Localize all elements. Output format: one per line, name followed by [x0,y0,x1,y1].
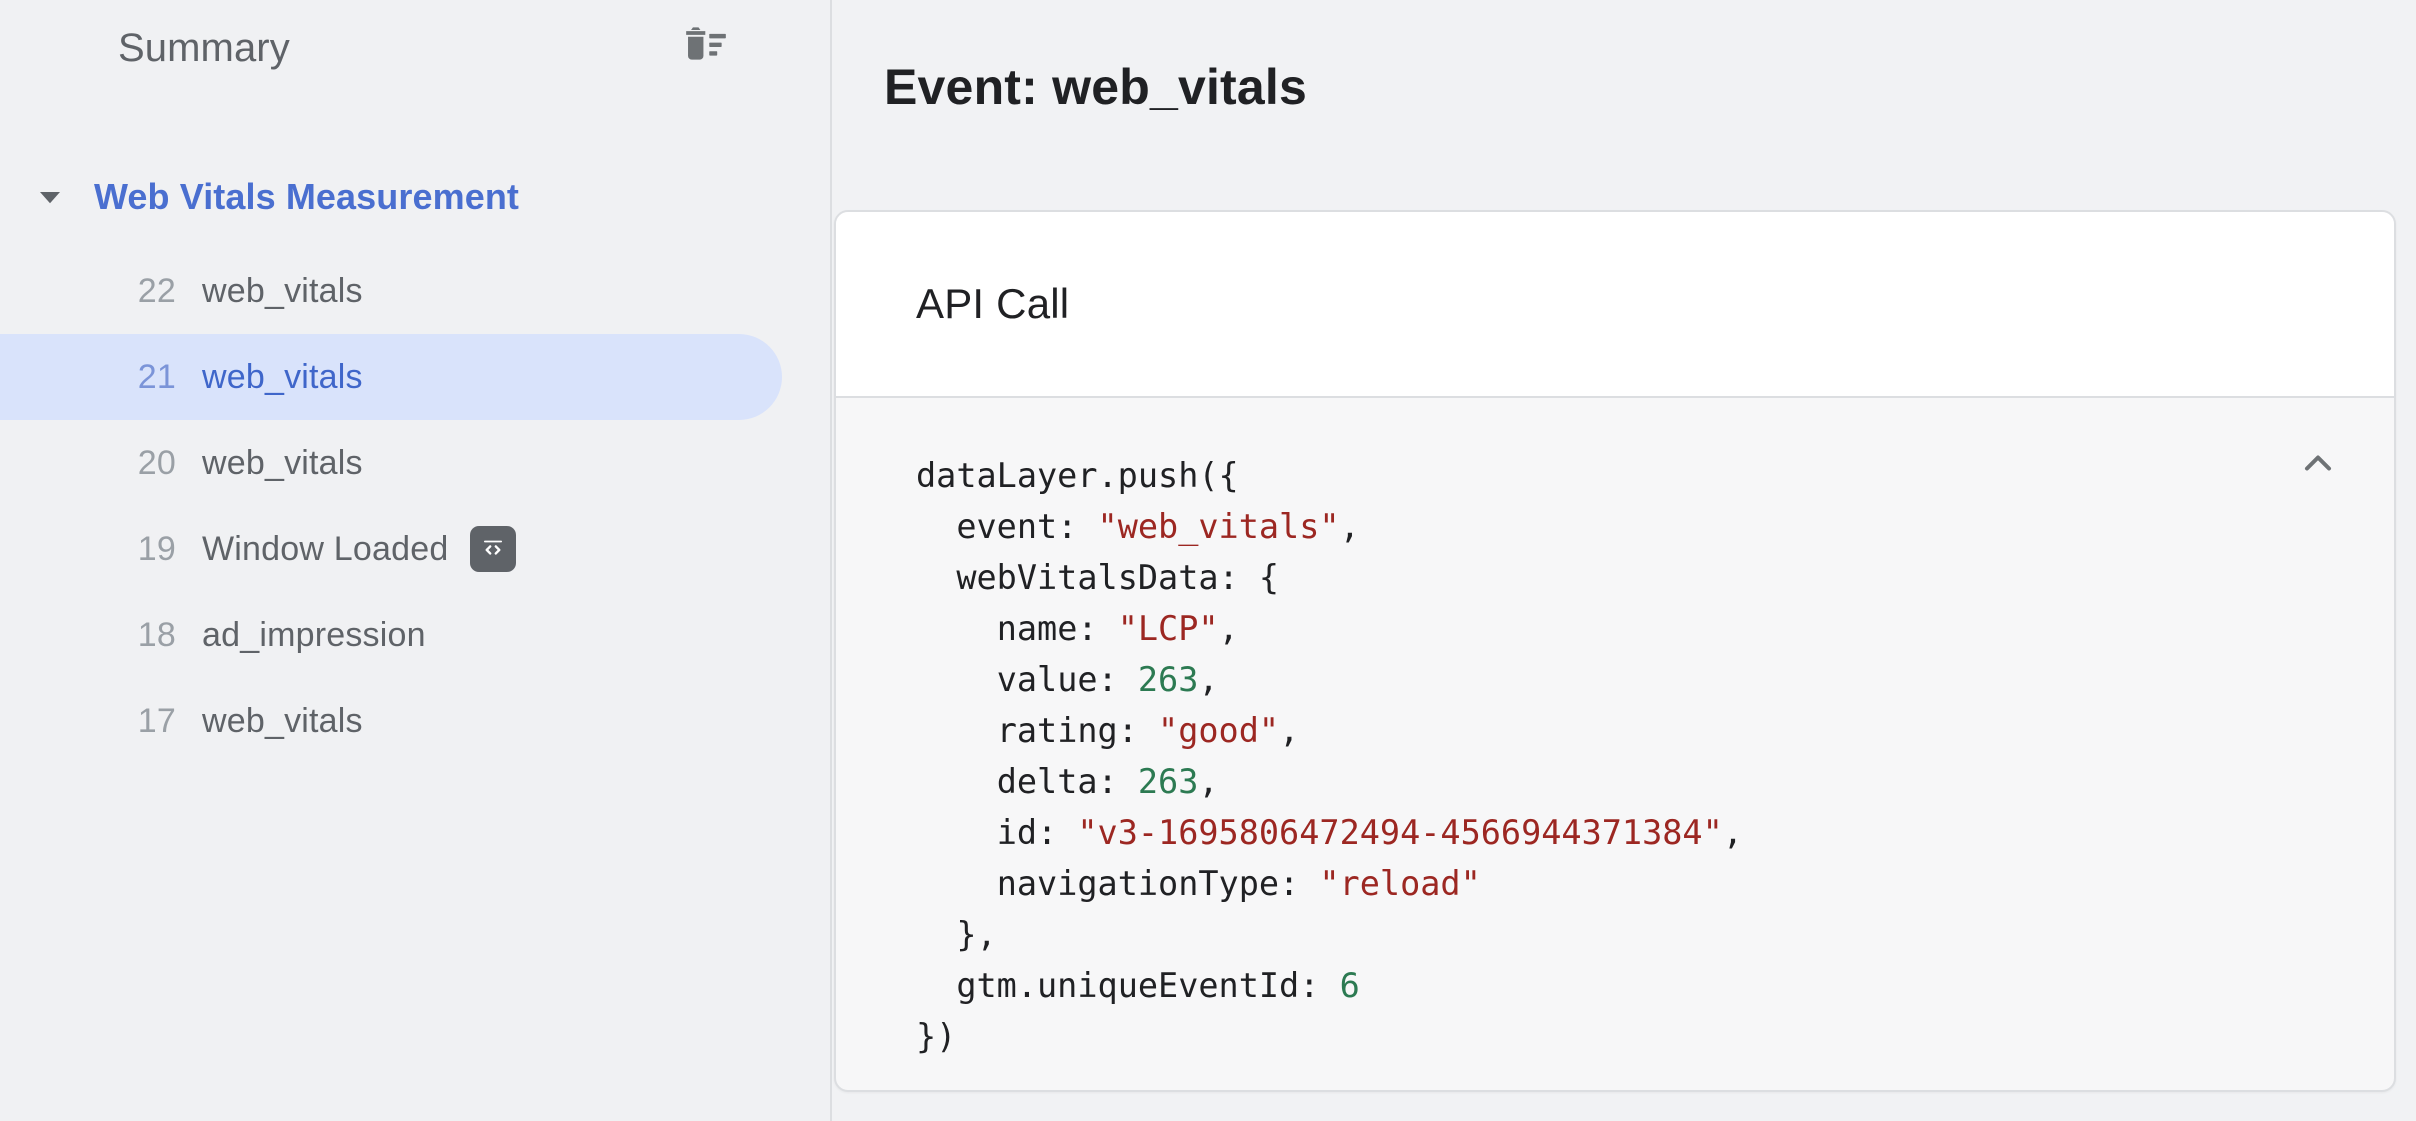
code-token-str: "web_vitals" [1097,507,1340,546]
code-token-str: "reload" [1319,864,1481,903]
group-header-label: Web Vitals Measurement [94,176,520,217]
event-index: 17 [137,701,176,740]
event-index: 20 [137,443,176,482]
event-index: 21 [137,357,176,396]
datalayer-push-code: dataLayer.push({ event: "web_vitals", we… [916,450,2394,1062]
code-token-num: 263 [1137,762,1199,801]
code-token-punc: , [1339,507,1360,546]
code-token-key: rating: [996,711,1159,750]
api-call-card-header: API Call [836,212,2394,398]
code-token-key: navigationType: [996,864,1320,903]
code-token-str: "v3-1695806472494-4566944371384" [1077,813,1723,852]
group-header-web-vitals-measurement[interactable]: Web Vitals Measurement [0,158,830,236]
chevron-up-icon [2296,441,2340,488]
sidebar-header: Summary [0,0,830,96]
code-token-str: "LCP" [1117,609,1219,648]
code-token-punc: }, [956,915,997,954]
code-token-num: 263 [1137,660,1199,699]
gtm-preview-window: Summary Web Vitals Measurement 22 web_vi… [0,0,2416,1121]
code-content: dataLayer.push({ event: "web_vitals", we… [916,456,1743,1056]
code-token-str: "good" [1158,711,1280,750]
code-token-key: delta: [996,762,1138,801]
list-item[interactable]: 21 web_vitals [0,334,782,420]
code-token-key: name: [996,609,1118,648]
code-token-key: gtm.uniqueEventId: [956,966,1340,1005]
event-index: 18 [137,615,176,654]
api-call-card-title: API Call [916,280,1070,327]
code-token-key: event: [956,507,1098,546]
collapse-button[interactable] [2278,424,2358,504]
event-sidebar: Summary Web Vitals Measurement 22 web_vi… [0,0,832,1121]
code-badge-icon [470,526,517,572]
event-list: 22 web_vitals 21 web_vitals 20 web_vital… [0,248,830,764]
list-item[interactable]: 19 Window Loaded [0,506,782,592]
api-call-card-body: dataLayer.push({ event: "web_vitals", we… [836,398,2394,1090]
list-item[interactable]: 22 web_vitals [0,248,782,334]
code-token-num: 6 [1339,966,1360,1005]
list-item[interactable]: 17 web_vitals [0,678,782,764]
event-index: 22 [137,271,176,310]
event-name: web_vitals [202,443,363,482]
event-detail-title: Event: web_vitals [884,59,1308,115]
code-token-punc: , [1722,813,1743,852]
code-token-punc: dataLayer.push({ [916,456,1239,495]
code-token-punc: }) [916,1017,957,1056]
event-name: web_vitals [202,357,363,396]
event-name: Window Loaded [202,529,449,568]
code-token-punc: , [1198,762,1219,801]
code-token-punc: , [1218,609,1239,648]
event-detail-panel: Event: web_vitals API Call dataLayer.pus… [832,0,2416,1121]
code-token-key: id: [996,813,1078,852]
code-token-key: value: [996,660,1138,699]
code-token-punc: , [1198,660,1219,699]
page-title: Summary [118,25,290,70]
api-call-card: API Call dataLayer.push({ event: "web_vi… [834,210,2396,1092]
event-name: ad_impression [202,615,426,654]
event-index: 19 [137,529,176,568]
list-item[interactable]: 18 ad_impression [0,592,782,678]
code-token-key: webVitalsData: { [956,558,1280,597]
code-token-punc: , [1279,711,1300,750]
caret-down-icon [30,177,70,217]
list-item[interactable]: 20 web_vitals [0,420,782,506]
event-name: web_vitals [202,701,363,740]
delete-sweep-icon [678,19,734,78]
event-name: web_vitals [202,271,363,310]
delete-sweep-button[interactable] [670,12,742,84]
